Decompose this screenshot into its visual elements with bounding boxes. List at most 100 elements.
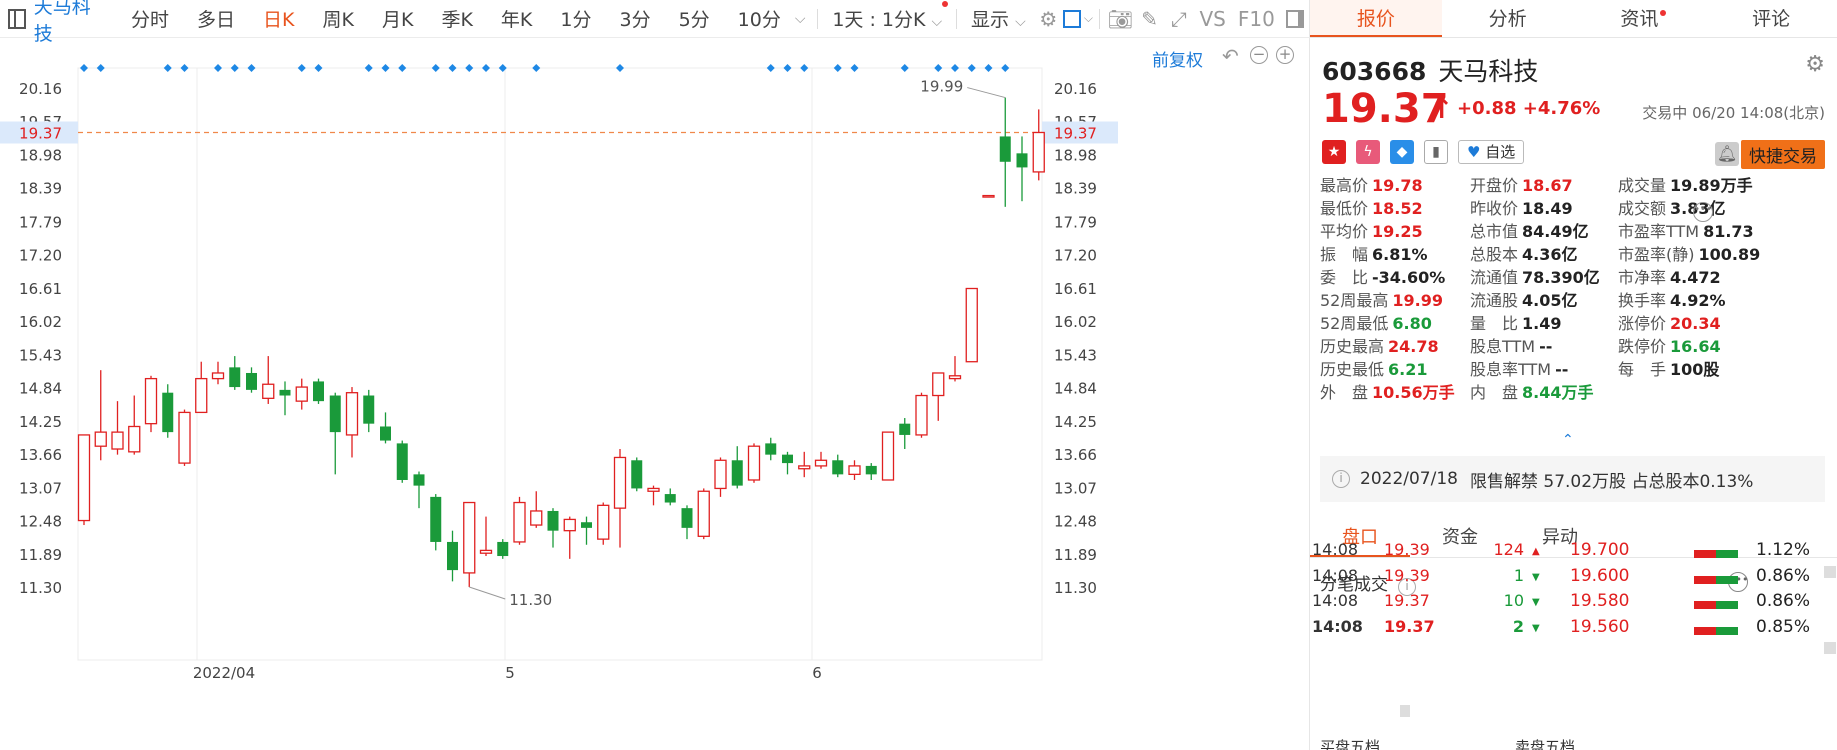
candle-body-up	[144, 377, 158, 425]
tag-icon[interactable]: ◆	[1390, 140, 1414, 164]
candle-body-up	[613, 456, 627, 509]
stat-label: 总市值	[1470, 222, 1519, 241]
period-1min[interactable]: 1分	[560, 5, 591, 32]
event-marker	[783, 64, 792, 72]
bell-icon[interactable]: 🔔︎	[1715, 142, 1739, 166]
candle-body-up	[530, 510, 543, 526]
add-watchlist-button[interactable]: ♥ 自选	[1458, 140, 1525, 164]
kline-chart[interactable]: 20.1620.1619.5719.5718.9818.9818.3918.39…	[0, 38, 1310, 750]
stat-label: 成交额	[1618, 199, 1667, 218]
y-tick-label-right: 16.61	[1054, 280, 1097, 298]
stat-item: 股息TTM --	[1470, 333, 1552, 357]
stat-label: 振 幅	[1320, 245, 1369, 264]
more-icon[interactable]: •••	[1693, 202, 1713, 222]
stat-item: 市净率 4.472	[1618, 264, 1721, 288]
tick-row: 14:08 19.37 10 ▼	[1312, 591, 1542, 619]
period-monthly-k[interactable]: 月K	[382, 5, 413, 32]
event-marker	[314, 64, 323, 72]
event-marker	[984, 64, 993, 72]
tab-analysis[interactable]: 分析	[1442, 0, 1574, 37]
stat-value: -34.60%	[1372, 268, 1446, 287]
sidebar-icon[interactable]	[1281, 4, 1310, 34]
f10-button[interactable]: F10	[1238, 7, 1275, 31]
stat-label: 流通值	[1470, 268, 1519, 287]
stat-value: 6.81%	[1372, 245, 1428, 264]
period-10min[interactable]: 10分	[738, 5, 781, 32]
stat-value: 4.92%	[1670, 291, 1726, 310]
stat-value: 20.34	[1670, 314, 1721, 333]
chevron-down-icon[interactable]: ⌵	[795, 11, 806, 27]
stat-item: 股息率TTM --	[1470, 356, 1568, 380]
tab-news-label: 资讯	[1620, 8, 1659, 30]
checkbox-icon[interactable]: ⌵	[1062, 4, 1093, 34]
candle-body-up	[111, 431, 124, 450]
candle-body-down	[1016, 153, 1028, 168]
china-flag-icon[interactable]: ★	[1322, 140, 1346, 164]
stat-item: 总市值 84.49亿	[1470, 218, 1589, 242]
stat-value: 81.73	[1703, 222, 1754, 241]
candle-body-down	[581, 522, 592, 528]
candle-body-down	[229, 367, 241, 388]
event-marker	[80, 64, 88, 72]
stat-label: 历史最高	[1320, 337, 1385, 356]
unlock-notice[interactable]: i 2022/07/18 限售解禁 57.02万股 占总股本0.13%	[1320, 456, 1825, 502]
buy-five-label[interactable]: 买盘五档	[1320, 736, 1380, 750]
stat-value: 78.390亿	[1522, 268, 1600, 287]
notice-date: 2022/07/18	[1360, 469, 1458, 489]
event-marker	[616, 64, 624, 72]
zoom-out-icon[interactable]: −	[1250, 46, 1268, 64]
scrollbar-thumb[interactable]	[1400, 705, 1410, 717]
depth-row: 19.600 0.86%	[1570, 566, 1830, 594]
camera-icon[interactable]: 📷︎	[1106, 4, 1135, 34]
period-quarterly-k[interactable]: 季K	[441, 5, 472, 32]
period-yearly-k[interactable]: 年K	[501, 5, 532, 32]
period-fenshi[interactable]: 分时	[131, 5, 169, 32]
stock-tag-icons: ★ ϟ ◆ ▮ ♥ 自选	[1322, 140, 1525, 164]
event-marker	[951, 64, 959, 72]
display-select[interactable]: 显示 ⌵	[971, 5, 1026, 32]
candle-body-up	[932, 372, 945, 397]
tab-quote[interactable]: 报价	[1310, 0, 1442, 37]
candle-body-down	[664, 494, 676, 503]
period-daily-k[interactable]: 日K	[263, 5, 294, 32]
event-marker	[766, 64, 775, 72]
y-tick-label-right: 11.89	[1054, 546, 1097, 564]
stat-value: --	[1539, 337, 1553, 356]
adjust-mode-button[interactable]: 前复权	[1152, 46, 1203, 71]
pencil-icon[interactable]: ✎	[1135, 4, 1164, 34]
period-weekly-k[interactable]: 周K	[323, 5, 354, 32]
kline-chart-area[interactable]: 20.1620.1619.5719.5718.9818.9818.3918.39…	[0, 38, 1310, 750]
gear-icon[interactable]: ⚙	[1805, 52, 1825, 77]
panel-icon[interactable]	[8, 8, 26, 29]
undo-icon[interactable]: ↶	[1222, 44, 1239, 68]
zoom-in-icon[interactable]: +	[1276, 46, 1294, 64]
y-tick-label-right: 11.30	[1054, 579, 1097, 597]
gear-icon[interactable]: ⚙	[1034, 4, 1063, 34]
collapse-caret-icon[interactable]: ⌃	[1562, 432, 1574, 448]
tab-news[interactable]: 资讯	[1574, 0, 1706, 37]
candle-body-down	[246, 372, 257, 390]
quote-tabs: 报价 分析 资讯 评论	[1310, 0, 1837, 38]
interval-select[interactable]: 1天 : 1分K ⌵	[832, 1, 949, 32]
y-tick-label-left: 12.48	[19, 513, 62, 531]
candle-body-down	[313, 381, 324, 402]
stat-item: 最高价 19.78	[1320, 172, 1423, 196]
fullscreen-icon[interactable]: ⤢	[1164, 4, 1193, 34]
depth-row: 19.580 0.86%	[1570, 591, 1830, 619]
period-3min[interactable]: 3分	[619, 5, 650, 32]
bookmark-icon[interactable]: ▮	[1424, 140, 1448, 164]
sell-five-label[interactable]: 卖盘五档	[1515, 736, 1575, 750]
tab-comments[interactable]: 评论	[1705, 0, 1837, 37]
depth-bar	[1694, 550, 1738, 558]
arrow-up-icon: ↑	[1430, 92, 1454, 125]
vs-button[interactable]: VS	[1199, 7, 1225, 31]
candle-body-up	[814, 459, 828, 467]
stat-label: 开盘价	[1470, 176, 1519, 195]
lightning-icon[interactable]: ϟ	[1356, 140, 1380, 164]
y-tick-label-left: 20.16	[19, 80, 62, 98]
quick-trade-button[interactable]: 快捷交易	[1741, 140, 1825, 169]
period-5min[interactable]: 5分	[679, 5, 710, 32]
depth-bar-red	[1694, 601, 1716, 609]
period-duori[interactable]: 多日	[197, 5, 235, 32]
candle-body-up	[178, 411, 191, 464]
